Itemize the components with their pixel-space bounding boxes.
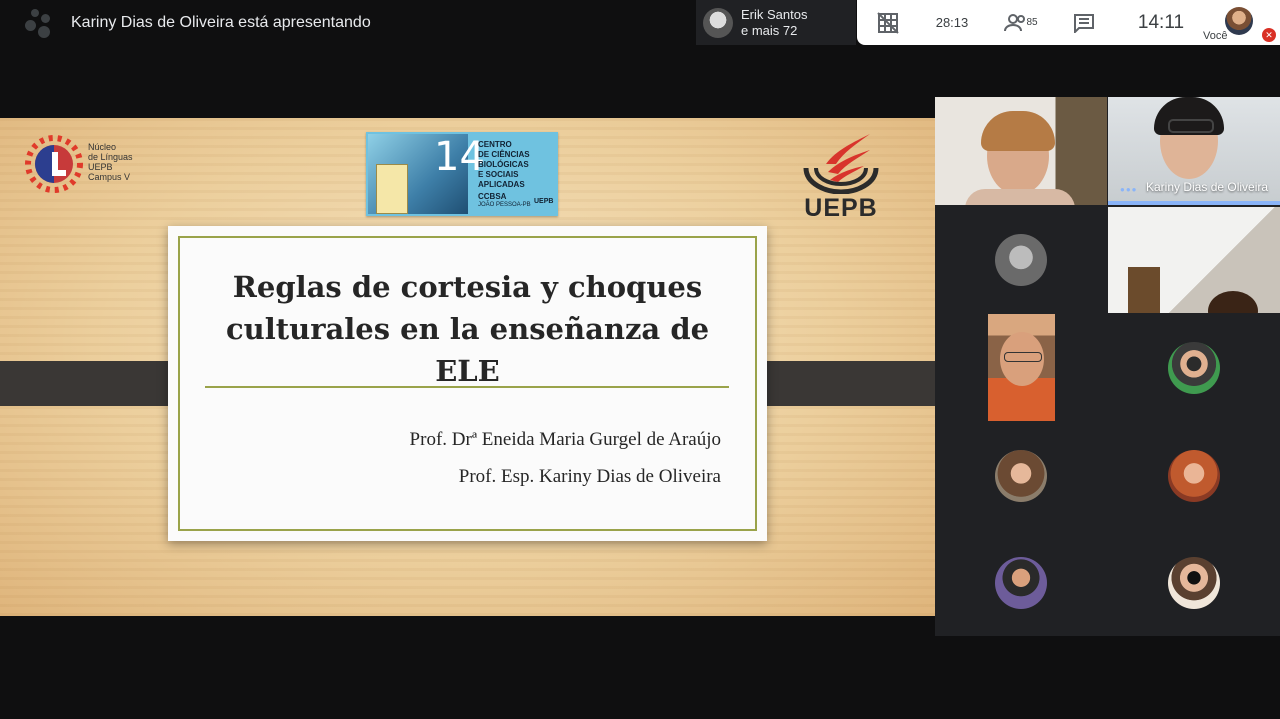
slide-band-left [0,361,188,406]
speaker-name: Erik Santos [741,6,808,22]
title-divider [205,386,729,388]
chat-icon[interactable] [1067,0,1101,45]
people-count: 85 [1026,17,1038,28]
author-2: Prof. Esp. Kariny Dias de Oliveira [458,466,721,487]
participant-avatar[interactable] [995,557,1047,609]
slide-title: Reglas de cortesia y choques culturales … [225,270,710,388]
grid-off-icon[interactable] [871,0,905,45]
speaker-avatar [703,7,733,38]
uepb-logo: UEPB [786,124,896,222]
meeting-timer: 28:13 [935,15,969,30]
participant-avatar[interactable] [995,450,1047,502]
active-speaker-bar [1108,201,1280,205]
people-button[interactable]: 85 [1001,0,1041,45]
participant-tile-active[interactable]: ●●● Kariny Dias de Oliveira [1108,97,1280,201]
nucleo-linguas-logo: Núcleo de Línguas UEPB Campus V [22,124,152,204]
participant-avatar[interactable] [995,234,1047,286]
present-screen-icon [22,6,56,40]
active-speaker-chip[interactable]: Erik Santos e mais 72 [696,0,856,45]
ccbsa-logo: 14 CENTRO DE CIÊNCIAS BIOLÓGICAS E SOCIA… [366,132,558,216]
participants-grid: ●●● Kariny Dias de Oliveira [935,97,1280,636]
author-1: Prof. Drª Eneida Maria Gurgel de Araújo [409,429,721,450]
participant-avatar[interactable] [1168,342,1220,394]
presenting-title: Kariny Dias de Oliveira está apresentand… [71,14,371,31]
self-tile[interactable]: Você ✕ [1199,0,1276,45]
speaker-others: e mais 72 [741,22,798,38]
participant-avatar[interactable] [1168,557,1220,609]
slide-band-right [747,361,935,406]
people-icon [1004,13,1026,31]
participant-tile-video[interactable] [935,97,1107,205]
meeting-controls: 28:13 85 14:11 Você ✕ [857,0,1280,45]
self-label: Você [1203,30,1228,42]
slide-title-card: Reglas de cortesia y choques culturales … [168,226,767,541]
mic-off-icon: ✕ [1262,28,1276,42]
presenting-banner: Kariny Dias de Oliveira está apresentand… [0,0,690,46]
participant-name: Kariny Dias de Oliveira [1146,180,1269,194]
presentation-slide: Núcleo de Línguas UEPB Campus V 14 CENTR… [0,118,935,616]
self-avatar [1225,7,1253,35]
speaking-indicator: ●●● [1120,185,1138,194]
clock: 14:11 [1137,11,1185,33]
participant-avatar[interactable] [1168,450,1220,502]
participant-tile-video[interactable] [988,314,1055,421]
participant-tile-video[interactable] [1108,207,1280,313]
